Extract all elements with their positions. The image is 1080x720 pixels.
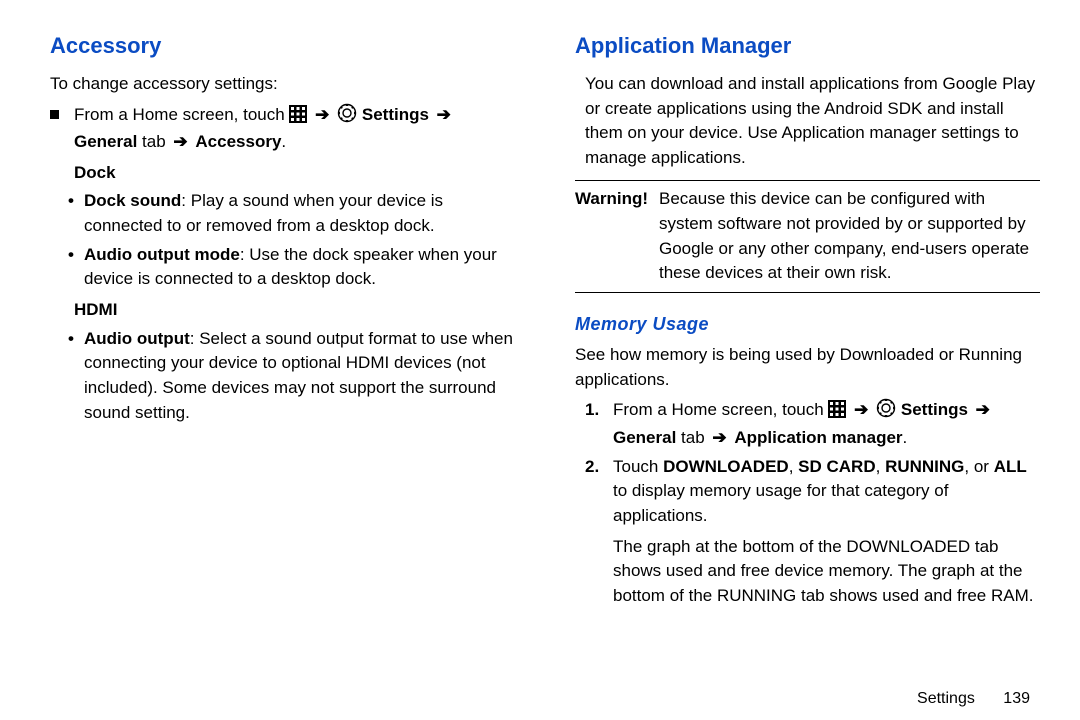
settings-gear-icon [876,398,896,426]
left-column: Accessory To change accessory settings: … [50,30,515,710]
step2-run: RUNNING [885,457,964,476]
nav-accessory: Accessory [195,132,281,151]
audio-output-item: • Audio output: Select a sound output fo… [68,327,515,426]
bullet-dot: • [68,189,84,238]
step2-sd: SD CARD [798,457,875,476]
nav-tab: tab [137,132,170,151]
accessory-step: From a Home screen, touch ➔ [50,103,515,186]
warning-text: Because this device can be configured wi… [659,187,1040,286]
audio-output-label: Audio output [84,329,190,348]
nav-tab: tab [676,428,709,447]
page-footer: Settings 139 [917,690,1030,708]
square-bullet [50,103,74,186]
step-number: 2. [585,455,613,609]
memory-intro: See how memory is being used by Download… [575,343,1040,392]
arrow-icon: ➔ [437,105,451,124]
bullet-dot: • [68,243,84,292]
settings-label: Settings [901,400,968,419]
audio-output-mode-label: Audio output mode [84,245,240,264]
dock-sound-item: • Dock sound: Play a sound when your dev… [68,189,515,238]
dock-head: Dock [74,161,515,186]
footer-page: 139 [1003,690,1030,707]
step2-dl: DOWNLOADED [663,457,789,476]
settings-label: Settings [362,105,429,124]
graph-text: The graph at the bottom of the DOWNLOADE… [613,535,1040,609]
apps-icon [289,105,307,131]
arrow-icon: ➔ [173,132,187,151]
memory-step-2: 2. Touch DOWNLOADED, SD CARD, RUNNING, o… [585,455,1040,609]
arrow-icon: ➔ [315,105,329,124]
step2-a: Touch [613,457,663,476]
memory-usage-heading: Memory Usage [575,311,1040,337]
accessory-heading: Accessory [50,30,515,62]
step1-prefix: From a Home screen, touch [613,400,828,419]
settings-gear-icon [337,103,357,131]
page: Accessory To change accessory settings: … [0,0,1080,720]
appmanager-intro: You can download and install application… [585,72,1040,171]
warning-block: Warning! Because this device can be conf… [575,180,1040,293]
accessory-intro: To change accessory settings: [50,72,515,97]
arrow-icon: ➔ [976,400,990,419]
nav-appmgr: Application manager [734,428,902,447]
nav-general: General [74,132,137,151]
hdmi-head: HDMI [74,298,515,323]
step-prefix: From a Home screen, touch [74,105,289,124]
apps-icon [828,400,846,426]
bullet-dot: • [68,327,84,426]
step-number: 1. [585,398,613,450]
arrow-icon: ➔ [854,400,868,419]
appmanager-heading: Application Manager [575,30,1040,62]
step2-b: to display memory usage for that categor… [613,481,948,525]
accessory-step-text: From a Home screen, touch ➔ [74,103,515,186]
step2-all: ALL [994,457,1027,476]
audio-output-mode-item: • Audio output mode: Use the dock speake… [68,243,515,292]
warning-label: Warning! [575,187,659,286]
arrow-icon: ➔ [712,428,726,447]
right-column: Application Manager You can download and… [575,30,1040,710]
dock-sound-label: Dock sound [84,191,181,210]
memory-step-1: 1. From a Home screen, touch ➔ [585,398,1040,450]
footer-chapter: Settings [917,690,975,707]
nav-general: General [613,428,676,447]
